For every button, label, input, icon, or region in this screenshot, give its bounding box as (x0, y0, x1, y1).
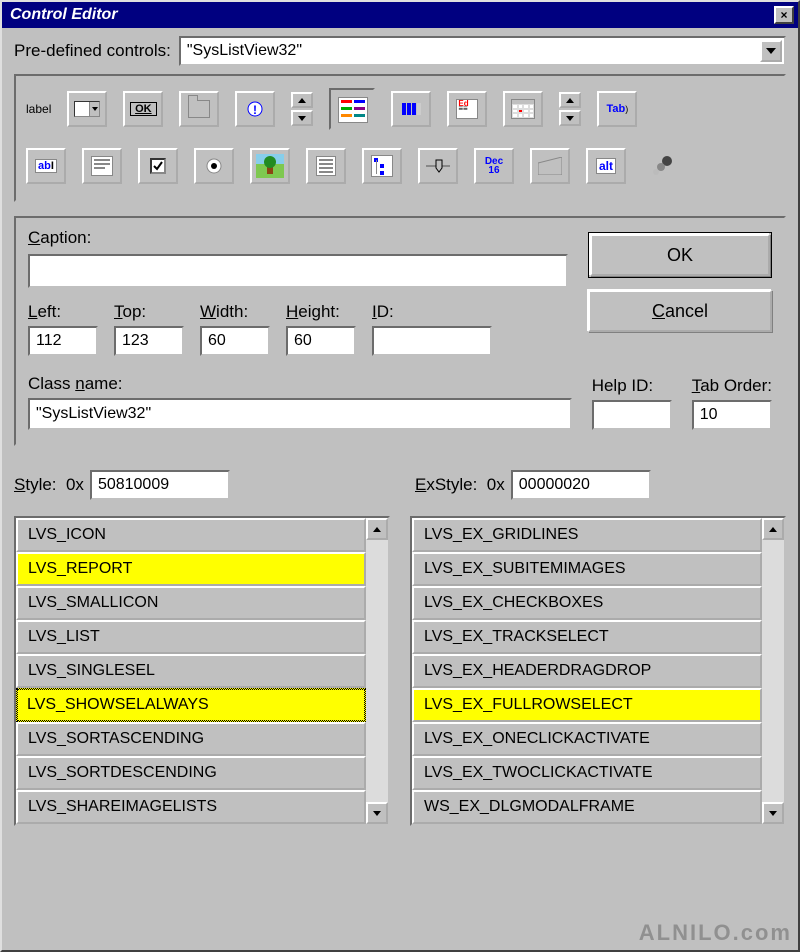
list-item[interactable]: LVS_EX_GRIDLINES (412, 518, 762, 552)
chevron-down-icon[interactable] (760, 40, 782, 62)
tool-ok-button[interactable]: OK (123, 91, 163, 127)
tool-tab-pane[interactable] (179, 91, 219, 127)
list-item[interactable]: LVS_SORTASCENDING (16, 722, 366, 756)
list-item[interactable]: LVS_EX_HEADERDRAGDROP (412, 654, 762, 688)
tool-label-text[interactable]: label (26, 91, 51, 127)
caption-input[interactable] (28, 254, 568, 288)
height-label: Height: (286, 302, 356, 322)
id-input[interactable] (372, 326, 492, 356)
tool-progress[interactable] (391, 91, 431, 127)
tool-spin[interactable] (559, 92, 581, 126)
caption-label: Caption: (28, 228, 568, 248)
list-item[interactable]: LVS_EX_SUBITEMIMAGES (412, 552, 762, 586)
tool-info-icon[interactable]: ! (235, 91, 275, 127)
classname-input[interactable]: "SysListView32" (28, 398, 572, 430)
svg-text:!: ! (253, 103, 257, 117)
height-input[interactable]: 60 (286, 326, 356, 356)
predefined-value: "SysListView32" (187, 42, 302, 60)
taborder-input[interactable]: 10 (692, 400, 772, 430)
helpid-input[interactable] (592, 400, 672, 430)
tool-radio[interactable] (194, 148, 234, 184)
ok-button[interactable]: OK (590, 234, 770, 276)
close-icon[interactable]: × (774, 6, 794, 24)
scrollbar[interactable] (762, 518, 784, 824)
tool-tree[interactable] (362, 148, 402, 184)
list-item[interactable]: LVS_EX_ONECLICKACTIVATE (412, 722, 762, 756)
toolbox-row-1: label OK ! (26, 88, 774, 130)
left-input[interactable]: 112 (28, 326, 98, 356)
tool-listview[interactable] (329, 88, 375, 130)
up-arrow-icon[interactable] (291, 92, 313, 108)
top-input[interactable]: 123 (114, 326, 184, 356)
tool-date[interactable]: Dec16 (474, 148, 514, 184)
taborder-label: Tab Order: (692, 376, 772, 396)
caption-group: Caption: Left: 112 Top: 123 Width: 60 Heigh… (14, 216, 786, 446)
ok-button-wrap: OK (588, 232, 772, 278)
tool-picture[interactable] (250, 148, 290, 184)
tool-combo[interactable] (67, 91, 107, 127)
client-area: Pre-defined controls: "SysListView32" la… (2, 28, 798, 950)
scroll-up-icon[interactable] (366, 518, 388, 540)
tool-slider[interactable] (418, 148, 458, 184)
list-item[interactable]: LVS_SMALLICON (16, 586, 366, 620)
list-item[interactable]: LVS_SHOWSELALWAYS (16, 688, 366, 722)
list-item[interactable]: LVS_EX_FULLROWSELECT (412, 688, 762, 722)
list-item[interactable]: LVS_SORTDESCENDING (16, 756, 366, 790)
width-label: Width: (200, 302, 270, 322)
exstyle-label: ExStyle: 0x (415, 475, 505, 495)
tool-frame[interactable] (530, 148, 570, 184)
tool-alt[interactable]: alt (586, 148, 626, 184)
helpid-label: Help ID: (592, 376, 672, 396)
tool-tab[interactable]: Tab) (597, 91, 637, 127)
scroll-down-icon[interactable] (762, 802, 784, 824)
tool-edit[interactable]: abI (26, 148, 66, 184)
predefined-label: Pre-defined controls: (14, 41, 171, 61)
exstyle-input[interactable]: 00000020 (511, 470, 651, 500)
titlebar: Control Editor × (2, 2, 798, 28)
style-listbox[interactable]: LVS_ICONLVS_REPORTLVS_SMALLICONLVS_LISTL… (14, 516, 390, 826)
left-label: Left: (28, 302, 98, 322)
predefined-combo[interactable]: "SysListView32" (179, 36, 786, 66)
style-label: Style: 0x (14, 475, 84, 495)
tool-checkbox[interactable] (138, 148, 178, 184)
scroll-down-icon[interactable] (366, 802, 388, 824)
exstyle-listbox[interactable]: LVS_EX_GRIDLINESLVS_EX_SUBITEMIMAGESLVS_… (410, 516, 786, 826)
tool-memo[interactable] (82, 148, 122, 184)
list-item[interactable]: LVS_EX_CHECKBOXES (412, 586, 762, 620)
style-input[interactable]: 50810009 (90, 470, 230, 500)
toolbox: label OK ! (14, 74, 786, 202)
scrollbar[interactable] (366, 518, 388, 824)
list-item[interactable]: WS_EX_DLGMODALFRAME (412, 790, 762, 824)
width-input[interactable]: 60 (200, 326, 270, 356)
list-item[interactable]: LVS_LIST (16, 620, 366, 654)
tool-richedit[interactable]: Ed≡≡ (447, 91, 487, 127)
list-item[interactable]: LVS_SINGLESEL (16, 654, 366, 688)
classname-label: Class name: (28, 374, 572, 394)
id-label: ID: (372, 302, 492, 322)
tool-monthcal[interactable] (503, 91, 543, 127)
list-item[interactable]: LVS_EX_TRACKSELECT (412, 620, 762, 654)
toolbox-row-2: abI (26, 148, 774, 184)
top-label: Top: (114, 302, 184, 322)
list-item[interactable]: LVS_EX_TWOCLICKACTIVATE (412, 756, 762, 790)
cancel-button[interactable]: Cancel (588, 290, 772, 332)
down-arrow-icon[interactable] (291, 110, 313, 126)
scroll-up-icon[interactable] (762, 518, 784, 540)
tool-updown[interactable] (291, 92, 313, 126)
list-item[interactable]: LVS_ICON (16, 518, 366, 552)
list-item[interactable]: LVS_SHAREIMAGELISTS (16, 790, 366, 824)
control-editor-window: Control Editor × Pre-defined controls: "… (0, 0, 800, 952)
predefined-row: Pre-defined controls: "SysListView32" (14, 36, 786, 66)
tool-list[interactable] (306, 148, 346, 184)
window-title: Control Editor (6, 6, 118, 24)
list-item[interactable]: LVS_REPORT (16, 552, 366, 586)
tool-custom[interactable] (642, 148, 682, 184)
